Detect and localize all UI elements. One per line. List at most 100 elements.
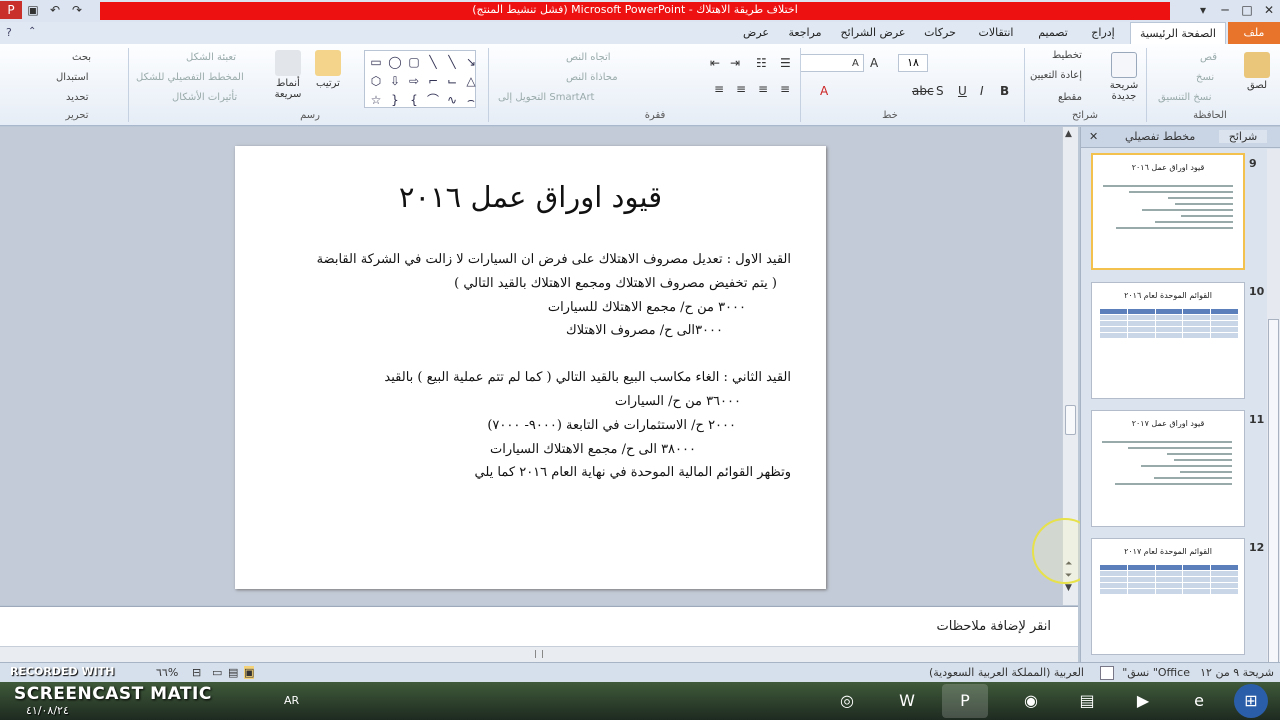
tab-transitions[interactable]: انتقالات bbox=[968, 22, 1024, 44]
shapes-gallery[interactable]: ▭ ◯ ▢ ╲ ╲ ↘ ⬡ ⇩ ⇨ ⌐ ⌙ △ ☆ } { ⌒ ∿ ⌢ bbox=[364, 50, 476, 108]
select-button[interactable]: تحديد bbox=[66, 92, 89, 103]
tab-slideshow[interactable]: عرض الشرائح bbox=[834, 22, 912, 44]
tab-review[interactable]: مراجعة bbox=[780, 22, 830, 44]
slide-thumbnail-9[interactable]: قيود اوراق عمل ٢٠١٦ bbox=[1091, 153, 1245, 270]
tab-slides-pane[interactable]: شرائح bbox=[1219, 130, 1267, 143]
undo-icon[interactable]: ↶ bbox=[44, 1, 66, 19]
ribbon-toggle-icon[interactable]: ▾ bbox=[1192, 0, 1214, 20]
maximize-button[interactable]: □ bbox=[1236, 0, 1258, 20]
find-button[interactable]: بحث bbox=[72, 52, 91, 63]
section-button[interactable]: مقطع bbox=[1058, 92, 1082, 103]
notes-pane[interactable]: انقر لإضافة ملاحظات bbox=[0, 606, 1078, 646]
media-player-taskbar-icon[interactable]: ▶ bbox=[1120, 684, 1166, 718]
slide-thumbnail-10[interactable]: القوائم الموحدة لعام ٢٠١٦ bbox=[1091, 282, 1245, 399]
quick-styles-button[interactable]: أنماط سريعة bbox=[272, 50, 304, 100]
convert-smartart-button[interactable]: التحويل إلى SmartArt bbox=[498, 92, 594, 103]
horizontal-scrollbar[interactable] bbox=[0, 646, 1078, 662]
star-shape-icon[interactable]: ☆ bbox=[367, 91, 385, 109]
paste-button[interactable]: لصق bbox=[1240, 52, 1274, 91]
align-center-icon[interactable]: ≡ bbox=[758, 82, 768, 96]
font-color-icon[interactable]: A bbox=[820, 84, 828, 98]
format-painter-button[interactable]: نسخ التنسيق bbox=[1158, 92, 1211, 103]
copy-button[interactable]: نسخ bbox=[1196, 72, 1214, 83]
underline-icon[interactable]: U bbox=[958, 84, 967, 98]
slide-thumbnail-11[interactable]: قيود اوراق عمل ٢٠١٧ bbox=[1091, 410, 1245, 527]
close-button[interactable]: ✕ bbox=[1258, 0, 1280, 20]
outdent-icon[interactable]: ⇤ bbox=[710, 56, 720, 70]
scroll-down-icon[interactable]: ▼ bbox=[1065, 583, 1072, 593]
hexagon-shape-icon[interactable]: ⬡ bbox=[367, 72, 385, 90]
ie-taskbar-icon[interactable]: e bbox=[1176, 684, 1222, 718]
italic-icon[interactable]: I bbox=[980, 84, 984, 98]
layout-button[interactable]: تخطيط bbox=[1052, 50, 1082, 61]
spellcheck-icon[interactable] bbox=[1100, 666, 1114, 680]
numbering-icon[interactable]: ☰ bbox=[780, 56, 791, 70]
indent-icon[interactable]: ⇥ bbox=[730, 56, 740, 70]
align-left-icon[interactable]: ≡ bbox=[736, 82, 746, 96]
font-size-field[interactable]: ١٨ bbox=[898, 54, 928, 72]
curve-shape-icon[interactable]: ∿ bbox=[443, 91, 461, 109]
explorer-taskbar-icon[interactable]: ▤ bbox=[1064, 684, 1110, 718]
line2-shape-icon[interactable]: ╲ bbox=[443, 53, 461, 71]
cut-button[interactable]: قص bbox=[1200, 52, 1217, 63]
screencast-taskbar-icon[interactable]: ◎ bbox=[824, 684, 870, 718]
language-indicator[interactable]: العربية (المملكة العربية السعودية) bbox=[929, 666, 1084, 679]
slide-canvas[interactable]: قيود اوراق عمل ٢٠١٦ القيد الاول : تعديل … bbox=[235, 146, 826, 589]
bend-shape-icon[interactable]: ⌙ bbox=[443, 72, 461, 90]
align-right-icon[interactable]: ≡ bbox=[780, 82, 790, 96]
slide-title[interactable]: قيود اوراق عمل ٢٠١٦ bbox=[235, 180, 826, 214]
scroll-up-icon[interactable]: ▲ bbox=[1065, 129, 1072, 139]
text-direction-button[interactable]: اتجاه النص bbox=[566, 52, 611, 63]
curve2-shape-icon[interactable]: ⌢ bbox=[462, 91, 480, 109]
replace-button[interactable]: استبدال bbox=[56, 72, 89, 83]
rectangle-shape-icon[interactable]: ▭ bbox=[367, 53, 385, 71]
panel-scrollbar[interactable] bbox=[1267, 149, 1280, 679]
tab-outline-pane[interactable]: مخطط تفصيلي bbox=[1125, 130, 1195, 143]
bracket-shape-icon[interactable]: { bbox=[405, 91, 423, 109]
shape-fill-button[interactable]: تعبئة الشكل bbox=[186, 52, 236, 63]
tab-home[interactable]: الصفحة الرئيسية bbox=[1130, 22, 1226, 44]
line-shape-icon[interactable]: ╲ bbox=[424, 53, 442, 71]
tab-design[interactable]: تصميم bbox=[1028, 22, 1078, 44]
collapse-ribbon-icon[interactable]: ⌃ bbox=[28, 26, 36, 37]
close-pane-icon[interactable]: ✕ bbox=[1089, 130, 1098, 143]
chrome-taskbar-icon[interactable]: ◉ bbox=[1008, 684, 1054, 718]
strikethrough-icon[interactable]: abc bbox=[912, 84, 934, 98]
redo-icon[interactable]: ↷ bbox=[66, 1, 88, 19]
grow-font-icon[interactable]: A bbox=[870, 56, 878, 70]
arrow-down-shape-icon[interactable]: ⇩ bbox=[386, 72, 404, 90]
elbow-shape-icon[interactable]: ⌐ bbox=[424, 72, 442, 90]
oval-shape-icon[interactable]: ◯ bbox=[386, 53, 404, 71]
shape-outline-button[interactable]: المخطط التفصيلي للشكل bbox=[136, 72, 244, 83]
help-icon[interactable]: ? bbox=[6, 26, 12, 39]
bullets-icon[interactable]: ☷ bbox=[756, 56, 767, 70]
powerpoint-taskbar-icon[interactable]: P bbox=[942, 684, 988, 718]
justify-icon[interactable]: ≡ bbox=[714, 82, 724, 96]
arc-shape-icon[interactable]: ⌒ bbox=[424, 91, 442, 109]
panel-scroll-thumb[interactable] bbox=[1268, 319, 1279, 679]
hscroll-grip[interactable] bbox=[535, 650, 543, 658]
reset-button[interactable]: إعادة التعيين bbox=[1030, 70, 1082, 81]
rounded-rect-shape-icon[interactable]: ▢ bbox=[405, 53, 423, 71]
tab-view[interactable]: عرض bbox=[736, 22, 776, 44]
input-language[interactable]: AR bbox=[284, 694, 299, 707]
minimize-button[interactable]: ─ bbox=[1214, 0, 1236, 20]
arrow-line-shape-icon[interactable]: ↘ bbox=[462, 53, 480, 71]
powerpoint-app-icon[interactable]: P bbox=[0, 1, 22, 19]
word-taskbar-icon[interactable]: W bbox=[884, 684, 930, 718]
triangle-shape-icon[interactable]: △ bbox=[462, 72, 480, 90]
bold-icon[interactable]: B bbox=[1000, 84, 1009, 98]
brace-shape-icon[interactable]: } bbox=[386, 91, 404, 109]
arrange-button[interactable]: ترتيب bbox=[312, 50, 344, 89]
start-button[interactable]: ⊞ bbox=[1234, 684, 1268, 718]
tab-file[interactable]: ملف bbox=[1228, 22, 1280, 44]
notes-placeholder[interactable]: انقر لإضافة ملاحظات bbox=[937, 619, 1051, 634]
shape-effects-button[interactable]: تأثيرات الأشكال bbox=[172, 92, 237, 103]
shrink-font-icon[interactable]: A bbox=[852, 58, 859, 69]
shadow-icon[interactable]: S bbox=[936, 84, 944, 98]
align-text-button[interactable]: محاذاة النص bbox=[566, 72, 618, 83]
new-slide-button[interactable]: شريحة جديدة bbox=[1104, 52, 1144, 102]
slide-thumbnail-12[interactable]: القوائم الموحدة لعام ٢٠١٧ bbox=[1091, 538, 1245, 655]
arrow-right-shape-icon[interactable]: ⇨ bbox=[405, 72, 423, 90]
save-icon[interactable]: ▣ bbox=[22, 1, 44, 19]
